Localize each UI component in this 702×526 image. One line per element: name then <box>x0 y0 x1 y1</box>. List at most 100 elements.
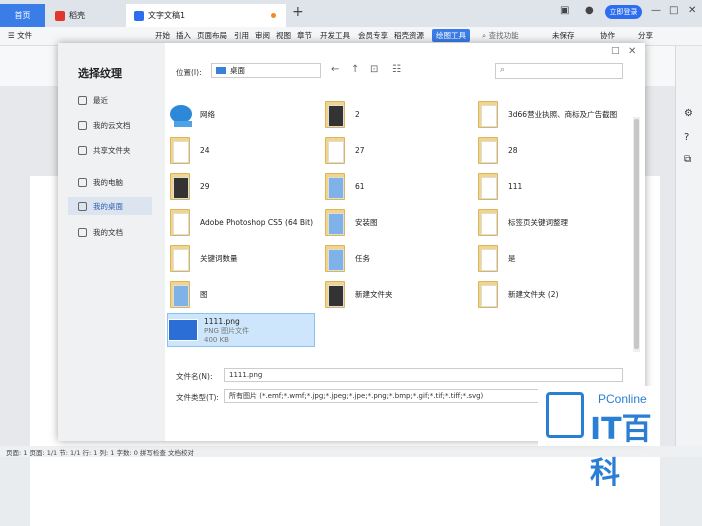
file-item-label: 是 <box>508 253 516 263</box>
selected-file-type: PNG 图片文件 <box>204 326 250 335</box>
file-item-label: 61 <box>355 181 365 191</box>
login-button[interactable]: 立即登录 <box>605 5 642 19</box>
file-list: 网络 2 3d66营业执照、商标及广告截图 24 27 28 29 61 111 Adobe Ph… <box>165 89 631 354</box>
filetype-label: 文件类型(T): <box>176 393 219 402</box>
menu-devtools[interactable]: 开发工具 <box>320 30 350 41</box>
tab-document[interactable]: 文字文稿1 <box>126 4 286 27</box>
menu-drawing-tools[interactable]: 绘图工具 <box>432 29 470 42</box>
file-item-label: 3d66营业执照、商标及广告截图 <box>508 109 618 119</box>
scrollbar-thumb[interactable] <box>634 119 639 349</box>
sidebar-settings-icon[interactable]: ⚙ <box>684 108 693 119</box>
file-item[interactable]: 新建文件夹 <box>325 277 470 311</box>
selected-file-name: 1111.png <box>204 316 240 326</box>
file-item[interactable]: 标签页关键词整理 <box>478 205 623 239</box>
file-item-label: 24 <box>200 145 210 155</box>
location-select[interactable]: 桌面 <box>211 63 321 78</box>
dialog-title: 选择纹理 <box>78 67 122 80</box>
file-item[interactable]: 图 <box>170 277 315 311</box>
file-item-label: 29 <box>200 181 210 191</box>
folder-icon <box>325 172 345 200</box>
file-item[interactable]: 27 <box>325 133 470 167</box>
menu-view[interactable]: 视图 <box>276 30 291 41</box>
sidebar-cloud-docs[interactable]: 我的云文档 <box>68 116 152 134</box>
menu-unsaved[interactable]: 未保存 <box>552 30 575 41</box>
file-item[interactable]: 新建文件夹 (2) <box>478 277 623 311</box>
up-icon[interactable]: ↑ <box>351 64 359 75</box>
file-item[interactable]: 任务 <box>325 241 470 275</box>
file-item-label: 网络 <box>200 109 215 119</box>
sidebar-my-documents[interactable]: 我的文档 <box>68 223 152 241</box>
file-item-label: 关键词数量 <box>200 253 238 263</box>
select-texture-dialog: 选择纹理 最近 我的云文档 共享文件夹 我的电脑 我的桌面 我的文档 □ ✕ 位… <box>58 43 645 441</box>
menu-search[interactable]: ⌕ 查找功能 <box>482 30 519 41</box>
user-icon[interactable]: ● <box>585 5 594 16</box>
tab-docer-label: 稻壳 <box>69 11 85 20</box>
maximize-icon[interactable]: □ <box>669 5 678 16</box>
menu-search-label: 查找功能 <box>488 31 519 40</box>
file-item[interactable]: 28 <box>478 133 623 167</box>
pconline-logo <box>546 392 584 438</box>
menu-collab[interactable]: 协作 <box>600 30 615 41</box>
layout-icon[interactable]: ▣ <box>560 5 569 16</box>
file-item-label: 任务 <box>355 253 370 263</box>
menu-review[interactable]: 审阅 <box>255 30 270 41</box>
tab-home[interactable]: 首页 <box>0 4 45 27</box>
folder-icon <box>170 136 190 164</box>
folder-icon <box>170 208 190 236</box>
right-sidebar: ⚙ ? ⧉ <box>675 46 702 446</box>
menu-file-label: 文件 <box>17 31 33 40</box>
dialog-close-icon[interactable]: ✕ <box>628 46 636 57</box>
menu-chapter[interactable]: 章节 <box>297 30 312 41</box>
file-item[interactable]: 2 <box>325 97 470 131</box>
menu-start[interactable]: 开始 <box>155 30 170 41</box>
folder-icon <box>325 280 345 308</box>
menu-share[interactable]: 分享 <box>638 30 653 41</box>
minimize-icon[interactable]: — <box>651 5 661 16</box>
sidebar-shared-folder[interactable]: 共享文件夹 <box>68 141 152 159</box>
file-item[interactable]: 关键词数量 <box>170 241 315 275</box>
file-item[interactable]: 111 <box>478 169 623 203</box>
file-item[interactable]: 3d66营业执照、商标及广告截图 <box>478 97 623 131</box>
menu-insert[interactable]: 插入 <box>176 30 191 41</box>
file-item[interactable]: 61 <box>325 169 470 203</box>
menu-reference[interactable]: 引用 <box>234 30 249 41</box>
back-icon[interactable]: ← <box>331 64 339 75</box>
share-folder-icon <box>78 145 87 155</box>
filename-label: 文件名(N): <box>176 372 213 381</box>
folder-icon <box>478 172 498 200</box>
view-mode-icon[interactable]: ☷ <box>392 64 401 75</box>
sidebar-my-documents-label: 我的文档 <box>93 227 123 237</box>
search-icon: ⌕ <box>500 65 506 75</box>
sidebar-my-desktop-label: 我的桌面 <box>93 201 123 211</box>
sidebar-help-icon[interactable]: ? <box>684 132 689 143</box>
tab-docer[interactable]: 稻壳 <box>47 4 125 27</box>
new-tab-button[interactable]: + <box>292 4 304 20</box>
menu-file[interactable]: ☰ 文件 <box>8 30 32 41</box>
close-icon[interactable]: ✕ <box>688 5 696 16</box>
selected-file-item[interactable]: 1111.png PNG 图片文件 400 KB <box>167 313 315 347</box>
new-folder-icon[interactable]: ⊡ <box>370 64 378 75</box>
file-item[interactable]: 网络 <box>170 97 315 131</box>
menu-layout[interactable]: 页面布局 <box>197 30 227 41</box>
sidebar-my-computer[interactable]: 我的电脑 <box>68 173 152 191</box>
file-item[interactable]: 24 <box>170 133 315 167</box>
location-value: 桌面 <box>230 66 245 75</box>
menu-docer-resources[interactable]: 稻壳资源 <box>394 30 424 41</box>
file-item[interactable]: 是 <box>478 241 623 275</box>
folder-icon <box>478 208 498 236</box>
file-item[interactable]: Adobe Photoshop CS5 (64 Bit) <box>170 205 315 239</box>
file-list-scrollbar[interactable] <box>633 117 640 352</box>
dialog-sidebar: 选择纹理 最近 我的云文档 共享文件夹 我的电脑 我的桌面 我的文档 <box>58 43 165 441</box>
folder-icon <box>478 136 498 164</box>
file-item-label: 28 <box>508 145 518 155</box>
monitor-shape <box>174 120 192 127</box>
sidebar-recent[interactable]: 最近 <box>68 91 152 109</box>
file-item[interactable]: 29 <box>170 169 315 203</box>
menu-member[interactable]: 会员专享 <box>358 30 388 41</box>
filename-input[interactable]: 1111.png <box>224 368 623 382</box>
sidebar-share-icon[interactable]: ⧉ <box>684 154 691 165</box>
dialog-maximize-icon[interactable]: □ <box>611 46 620 56</box>
file-item[interactable]: 安装图 <box>325 205 470 239</box>
search-input[interactable]: ⌕ <box>495 63 623 79</box>
sidebar-my-desktop[interactable]: 我的桌面 <box>68 197 152 215</box>
